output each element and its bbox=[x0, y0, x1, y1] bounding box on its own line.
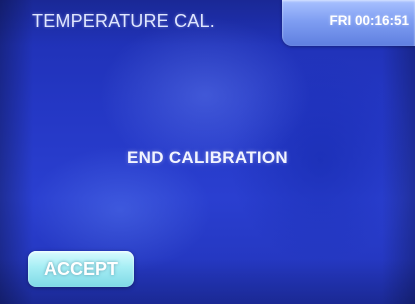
device-screen: TEMPERATURE CAL. FRI 00:16:51 END CALIBR… bbox=[0, 0, 415, 304]
screen-title: TEMPERATURE CAL. bbox=[32, 11, 215, 31]
status-message: END CALIBRATION bbox=[127, 148, 288, 167]
clock-text: FRI 00:16:51 bbox=[329, 13, 409, 28]
clock-display: FRI 00:16:51 bbox=[282, 0, 415, 46]
accept-button[interactable]: ACCEPT bbox=[28, 251, 134, 287]
